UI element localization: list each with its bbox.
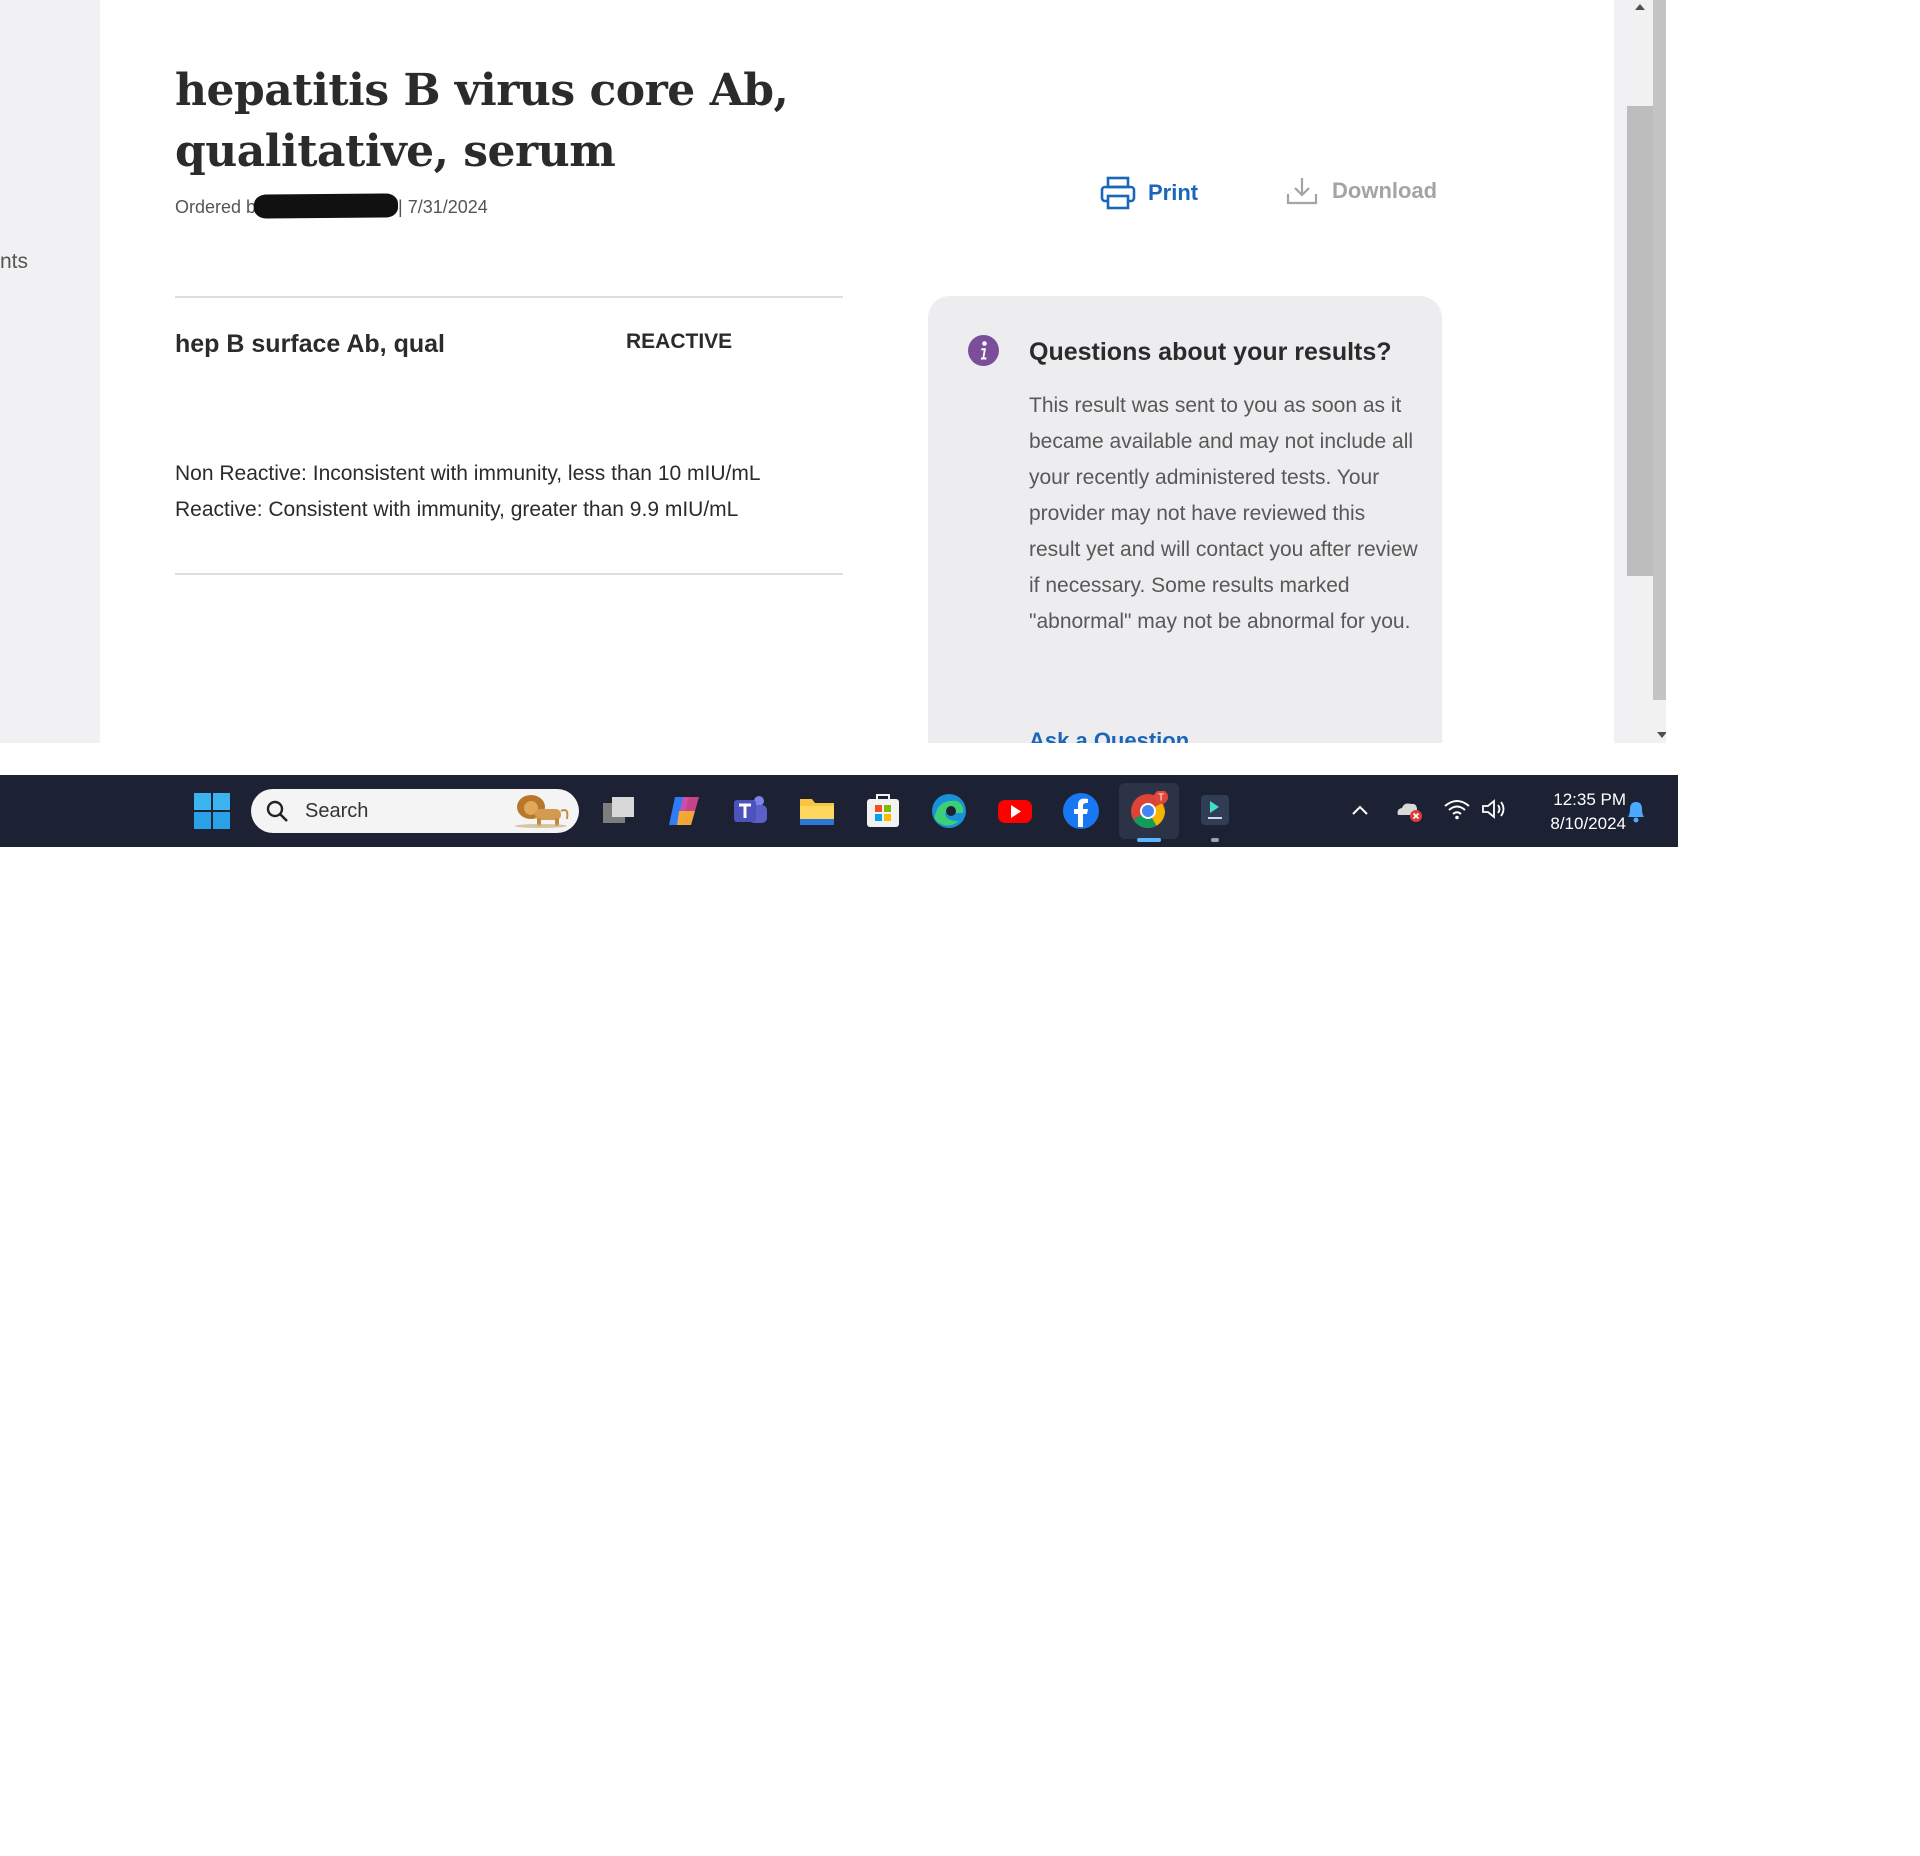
page-title: hepatitis B virus core Ab, qualitative, … — [175, 65, 789, 177]
microsoft-store-icon[interactable] — [863, 791, 903, 831]
questions-body: This result was sent to you as soon as i… — [1029, 394, 1418, 633]
chrome-icon[interactable]: T — [1128, 791, 1168, 831]
search-icon — [266, 800, 288, 822]
result-component-name: hep B surface Ab, qual — [175, 330, 445, 358]
reference-range-note: Non Reactive: Inconsistent with immunity… — [175, 456, 761, 528]
outer-scrollbar[interactable] — [1653, 0, 1666, 700]
taskbar: Search T 12:35 PM 8/10/2024 — [0, 775, 1678, 847]
order-date: | 7/31/2024 — [398, 197, 488, 217]
windows-start-icon[interactable] — [192, 791, 232, 831]
ask-a-question-link[interactable]: Ask a Question — [1029, 728, 1189, 743]
download-button[interactable]: Download — [1286, 176, 1437, 206]
scroll-up-arrow-icon[interactable] — [1632, 0, 1648, 14]
task-view-icon[interactable] — [599, 791, 639, 831]
print-button[interactable]: Print — [1100, 176, 1198, 210]
ordered-by-line: Ordered b | 7/31/2024 — [175, 193, 488, 219]
reference-line: Non Reactive: Inconsistent with immunity… — [175, 462, 761, 485]
volume-icon[interactable] — [1480, 797, 1508, 821]
divider — [175, 573, 843, 575]
facebook-icon[interactable] — [1061, 791, 1101, 831]
onedrive-error-icon[interactable] — [1394, 797, 1424, 823]
taskbar-search[interactable]: Search — [251, 789, 579, 833]
notification-bell-icon[interactable] — [1624, 798, 1648, 824]
show-hidden-icons-chevron-icon[interactable] — [1350, 800, 1370, 820]
questions-heading: Questions about your results? — [1029, 338, 1392, 366]
scrollbar-thumb[interactable] — [1627, 106, 1653, 576]
printer-icon — [1100, 176, 1136, 210]
app-running-indicator — [1211, 838, 1219, 842]
taskbar-clock[interactable]: 12:35 PM 8/10/2024 — [1518, 788, 1626, 836]
chrome-running-indicator — [1137, 838, 1161, 842]
remote-app-icon[interactable] — [1195, 791, 1235, 831]
wifi-icon[interactable] — [1443, 797, 1471, 821]
clock-date: 8/10/2024 — [1550, 814, 1626, 833]
browser-viewport: nts hepatitis B virus core Ab, qualitati… — [0, 0, 1666, 743]
file-explorer-icon[interactable] — [797, 791, 837, 831]
test-result-panel: hepatitis B virus core Ab, qualitative, … — [100, 0, 1614, 743]
scroll-down-arrow-icon[interactable] — [1654, 728, 1666, 742]
ordered-by-prefix: Ordered b — [175, 197, 257, 217]
left-nav-fragment[interactable]: nts — [0, 250, 28, 274]
teams-icon[interactable] — [731, 791, 771, 831]
edge-icon[interactable] — [929, 791, 969, 831]
lion-search-highlight-icon — [515, 795, 569, 828]
copilot-icon[interactable] — [665, 791, 705, 831]
info-icon — [968, 335, 999, 366]
search-label: Search — [305, 800, 369, 822]
result-component-value: REACTIVE — [626, 330, 733, 353]
divider — [175, 296, 843, 298]
chrome-profile-badge: T — [1158, 793, 1164, 804]
download-icon — [1286, 178, 1318, 205]
redacted-provider-name — [253, 193, 399, 219]
download-label: Download — [1332, 178, 1438, 203]
reference-line: Reactive: Consistent with immunity, grea… — [175, 498, 739, 521]
questions-card: Questions about your results? This resul… — [928, 296, 1442, 743]
print-label: Print — [1148, 180, 1199, 205]
youtube-icon[interactable] — [995, 791, 1035, 831]
clock-time: 12:35 PM — [1553, 790, 1626, 809]
